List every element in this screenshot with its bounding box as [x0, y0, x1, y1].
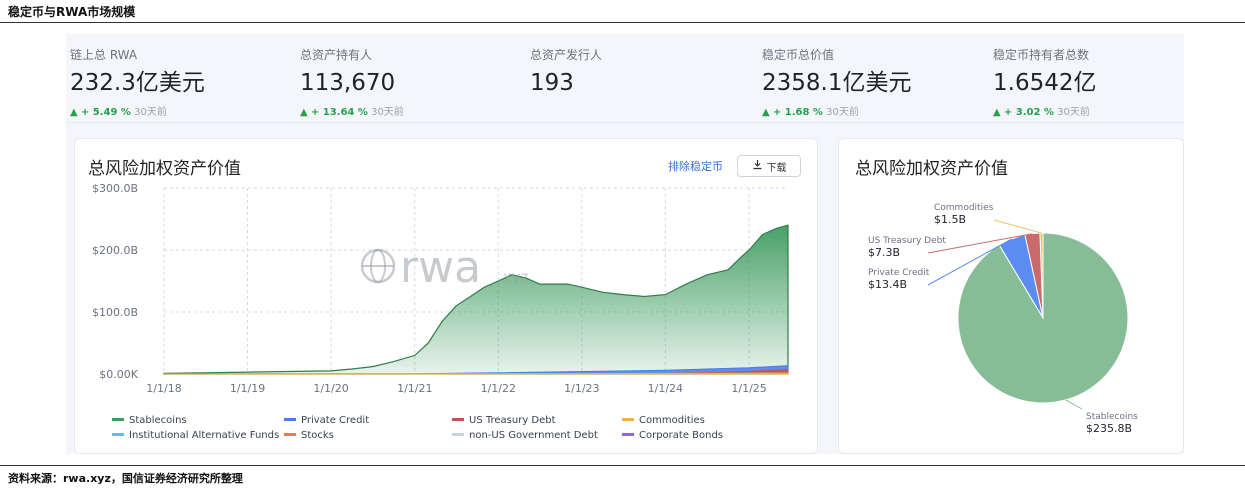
- stat-period: 30天前: [134, 107, 167, 118]
- pie-slice-label: US Treasury Debt: [868, 236, 946, 246]
- legend-label: Commodities: [639, 415, 705, 426]
- stat-label: 稳定币总价值: [762, 48, 835, 62]
- stat-period: 30天前: [826, 107, 859, 118]
- stat-stablecoin-holders: 稳定币持有者总数 1.6542亿 ▲ + 3.02 % 30天前: [993, 46, 1096, 118]
- legend-label: Corporate Bonds: [639, 430, 723, 441]
- y-tick-label: $300.0B: [92, 182, 138, 195]
- stat-stablecoin-value: 稳定币总价值 2358.1亿美元 ▲ + 1.68 % 30天前: [762, 46, 911, 118]
- globe-icon: [360, 248, 396, 284]
- stat-change: ▲ + 3.02 % 30天前: [993, 103, 1096, 118]
- pie-slice-value: $7.3B: [868, 246, 900, 259]
- x-tick-label: 1/1/20: [313, 382, 348, 395]
- legend-swatch: [284, 433, 296, 436]
- stat-value: 2358.1亿美元: [762, 70, 912, 96]
- y-tick-label: $200.0B: [92, 244, 138, 257]
- stats-divider: [66, 122, 1184, 123]
- stat-value: 1.6542亿: [993, 70, 1097, 96]
- stat-change-pct: + 1.68 %: [772, 107, 823, 118]
- stat-change-pct: + 13.64 %: [310, 107, 368, 118]
- legend-swatch: [284, 418, 296, 421]
- pie-leader-line: [1065, 399, 1083, 410]
- y-tick-label: $0.00K: [99, 368, 138, 381]
- legend-label: US Treasury Debt: [469, 415, 556, 426]
- legend-swatch: [112, 433, 124, 436]
- x-tick-label: 1/1/22: [481, 382, 516, 395]
- stat-change: ▲ + 5.49 % 30天前: [70, 103, 205, 118]
- x-tick-label: 1/1/24: [648, 382, 683, 395]
- pie-slice-stablecoins[interactable]: [957, 232, 1129, 404]
- stat-value: 232.3亿美元: [70, 70, 205, 96]
- legend-swatch: [112, 418, 124, 421]
- legend-item[interactable]: Stablecoins: [112, 415, 187, 426]
- legend-item[interactable]: Corporate Bonds: [622, 430, 723, 441]
- up-arrow-icon: ▲: [762, 107, 770, 118]
- legend-label: Private Credit: [301, 415, 369, 426]
- legend-label: Stablecoins: [129, 415, 187, 426]
- x-tick-label: 1/1/19: [230, 382, 265, 395]
- stat-label: 链上总 RWA: [70, 48, 138, 62]
- pie-slice-label: Stablecoins: [1086, 412, 1138, 422]
- stat-label: 总资产持有人: [300, 48, 373, 62]
- watermark-suffix: .xyz: [498, 268, 529, 286]
- figure-title: 稳定币与RWA市场规模: [8, 5, 136, 19]
- legend-label: non-US Government Debt: [469, 430, 598, 441]
- legend-label: Institutional Alternative Funds: [129, 430, 279, 441]
- stat-label: 稳定币持有者总数: [993, 48, 1090, 62]
- pie-slice-label: Commodities: [934, 203, 994, 213]
- stat-value: 193: [530, 70, 574, 96]
- pie-slice-value: $13.4B: [868, 278, 907, 291]
- legend-swatch: [452, 418, 464, 421]
- up-arrow-icon: ▲: [70, 107, 78, 118]
- stat-change-pct: + 5.49 %: [80, 107, 131, 118]
- legend-item[interactable]: Commodities: [622, 415, 705, 426]
- stat-value: 113,670: [300, 70, 396, 96]
- legend-item[interactable]: Institutional Alternative Funds: [112, 430, 279, 441]
- legend-swatch: [622, 418, 634, 421]
- watermark-text: rwa: [400, 242, 481, 293]
- x-tick-label: 1/1/25: [731, 382, 766, 395]
- legend-item[interactable]: non-US Government Debt: [452, 430, 598, 441]
- x-tick-label: 1/1/23: [564, 382, 599, 395]
- pie-slice-value: $1.5B: [934, 213, 966, 226]
- stat-period: 30天前: [1057, 107, 1090, 118]
- source-note: 资料来源：rwa.xyz，国信证券经济研究所整理: [8, 472, 243, 485]
- bottom-rule: [0, 465, 1245, 466]
- top-rule: [0, 22, 1245, 23]
- y-tick-label: $100.0B: [92, 306, 138, 319]
- pie-chart: Commodities$1.5B US Treasury Debt$7.3B Pri…: [868, 203, 1138, 435]
- stat-total-issuers: 总资产发行人 193: [530, 46, 602, 97]
- stat-label: 总资产发行人: [530, 48, 603, 62]
- pie-leader-line: [993, 219, 1042, 234]
- legend-swatch: [622, 433, 634, 436]
- stat-change: ▲ + 13.64 % 30天前: [300, 103, 404, 118]
- stat-total-holders: 总资产持有人 113,670 ▲ + 13.64 % 30天前: [300, 46, 404, 118]
- x-tick-label: 1/1/18: [146, 382, 181, 395]
- up-arrow-icon: ▲: [993, 107, 1001, 118]
- up-arrow-icon: ▲: [300, 107, 308, 118]
- stat-period: 30天前: [371, 107, 404, 118]
- legend-item[interactable]: Stocks: [284, 430, 334, 441]
- x-tick-label: 1/1/21: [397, 382, 432, 395]
- stat-total-rwa: 链上总 RWA 232.3亿美元 ▲ + 5.49 % 30天前: [70, 46, 205, 118]
- legend-label: Stocks: [301, 430, 334, 441]
- stacked-area-chart: $300.0B $200.0B $100.0B $0.00K 1/1/18 1/1/19 1…: [92, 182, 789, 441]
- stat-change-pct: + 3.02 %: [1003, 107, 1054, 118]
- legend-swatch: [452, 433, 464, 436]
- legend-item[interactable]: US Treasury Debt: [452, 415, 556, 426]
- legend-item[interactable]: Private Credit: [284, 415, 369, 426]
- pie-slice-label: Private Credit: [868, 268, 930, 278]
- pie-slice-value: $235.8B: [1086, 422, 1132, 435]
- stat-change: ▲ + 1.68 % 30天前: [762, 103, 911, 118]
